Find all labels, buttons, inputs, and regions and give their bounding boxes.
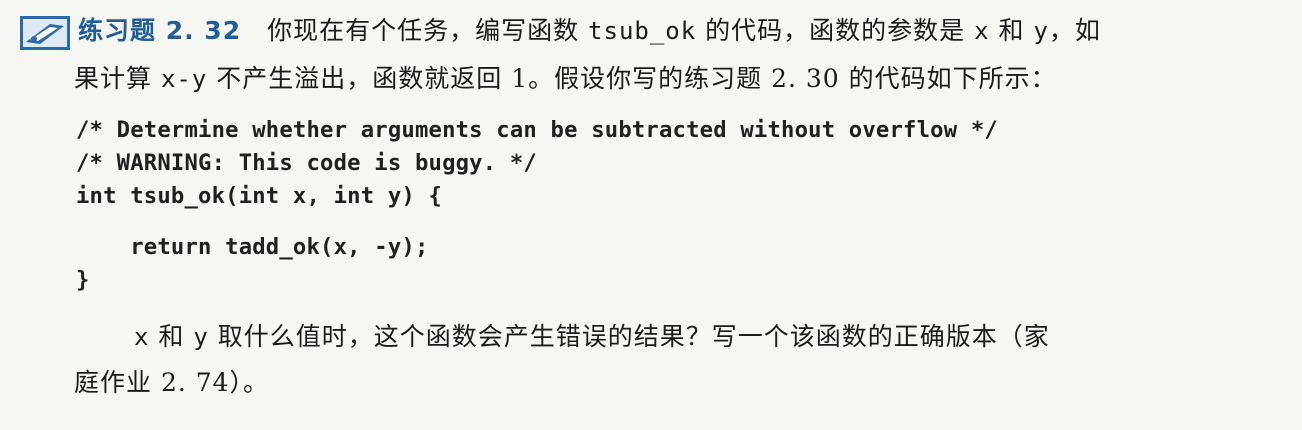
p2-arg-y: y: [193, 323, 209, 351]
arg-y: y: [1033, 17, 1049, 45]
p2-text-a: 和: [149, 322, 194, 351]
code-line-6: }: [76, 267, 90, 293]
p1-text-e: 果计算: [74, 64, 161, 93]
p1-text-f: 不产生溢出，函数就返回 1。假设你写的练习题 2. 30 的代码如下所示：: [207, 64, 1057, 93]
p1-text-d: ，如: [1048, 16, 1101, 45]
p2-arg-x: x: [134, 323, 150, 351]
exercise-pencil-icon: [20, 15, 70, 50]
p2-text-b: 取什么值时，这个函数会产生错误的结果？写一个该函数的正确版本（家: [208, 322, 1050, 351]
func-name-tsub-ok: tsub_ok: [588, 17, 697, 45]
p2-text-c: 庭作业 2. 74）。: [74, 368, 270, 397]
expr-x-minus-y: x-y: [160, 65, 208, 93]
paragraph2-line2: 庭作业 2. 74）。: [74, 366, 269, 400]
paragraph2-line1: x 和 y 取什么值时，这个函数会产生错误的结果？写一个该函数的正确版本（家: [134, 320, 1050, 354]
arg-x: x: [974, 17, 990, 45]
code-line-2: /* WARNING: This code is buggy. */: [76, 150, 537, 176]
code-line-1: /* Determine whether arguments can be su…: [76, 117, 998, 143]
code-block: /* Determine whether arguments can be su…: [76, 114, 998, 297]
paragraph1-line2: 果计算 x-y 不产生溢出，函数就返回 1。假设你写的练习题 2. 30 的代码…: [74, 62, 1057, 96]
p1-text-c: 和: [989, 16, 1034, 45]
p1-text-a: 你现在有个任务，编写函数: [267, 16, 589, 45]
exercise-label: 练习题 2. 32: [78, 16, 242, 45]
code-line-3: int tsub_ok(int x, int y) {: [76, 183, 443, 209]
exercise-heading-line: 练习题 2. 32 你现在有个任务，编写函数 tsub_ok 的代码，函数的参数是…: [20, 14, 1101, 50]
p1-text-b: 的代码，函数的参数是: [696, 16, 975, 45]
textbook-page: 练习题 2. 32 你现在有个任务，编写函数 tsub_ok 的代码，函数的参数是…: [0, 0, 1302, 430]
code-line-5: return tadd_ok(x, -y);: [76, 234, 429, 260]
